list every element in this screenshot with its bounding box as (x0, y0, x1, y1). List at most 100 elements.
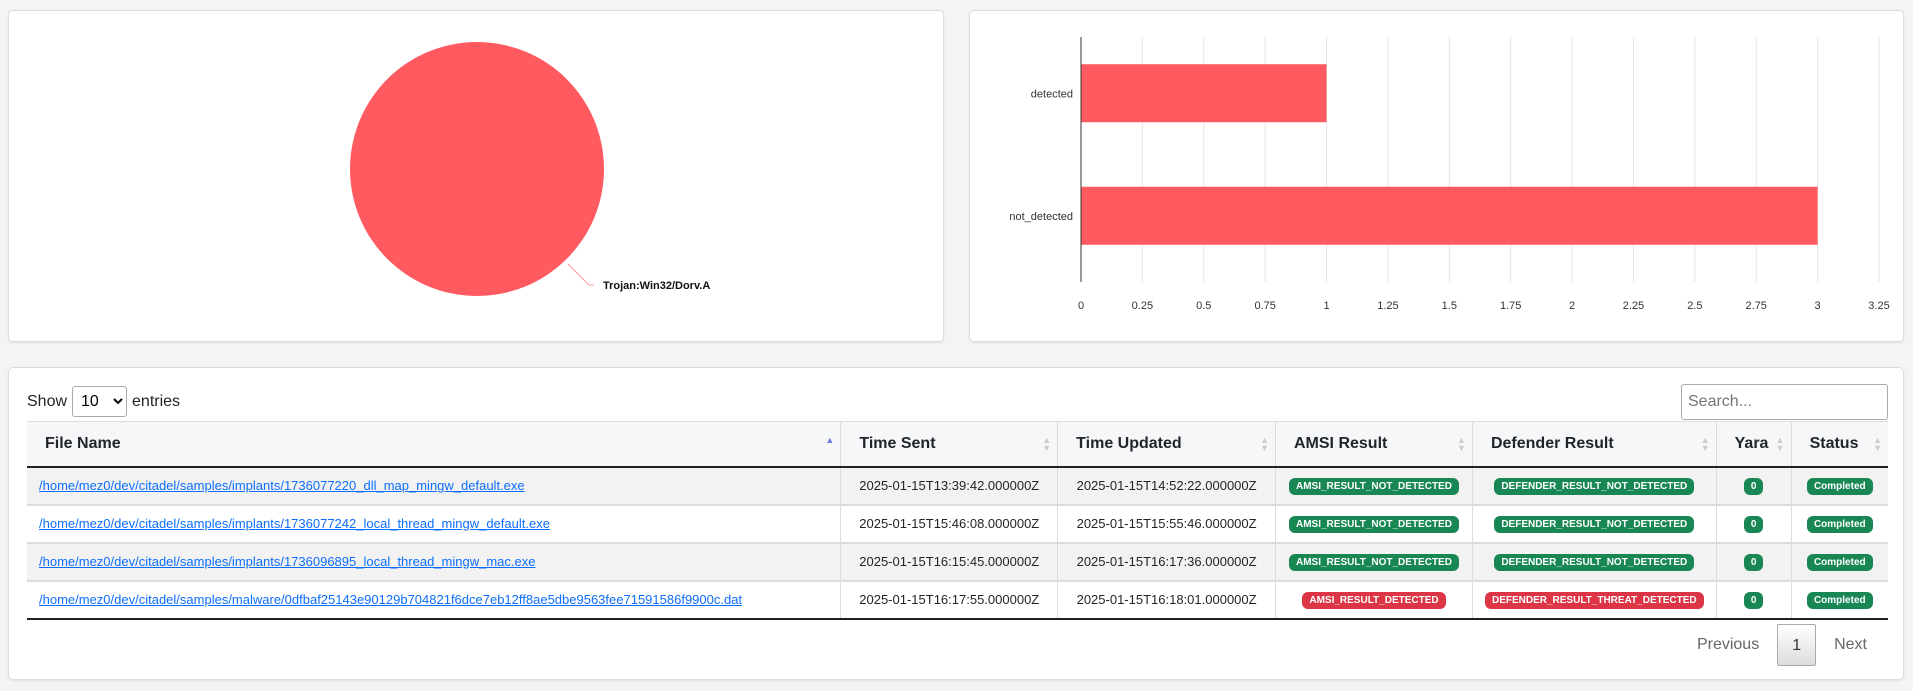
time-updated-cell: 2025-01-15T14:52:22.000000Z (1057, 466, 1276, 506)
x-tick-label: 2 (1569, 300, 1575, 312)
status-badge: Completed (1806, 477, 1873, 495)
status-cell: Completed (1791, 466, 1888, 506)
y-category-label: not_detected (1009, 211, 1073, 223)
file-link[interactable]: /home/mez0/dev/citadel/samples/implants/… (39, 516, 550, 531)
defender-result-badge: DEFENDER_RESULT_NOT_DETECTED (1494, 553, 1695, 571)
column-header-label: Time Updated (1076, 434, 1182, 452)
time-sent-cell: 2025-01-15T15:46:08.000000Z (840, 504, 1059, 544)
x-tick-label: 1.75 (1500, 300, 1521, 312)
entries-select[interactable]: 10 (72, 386, 128, 417)
file-link[interactable]: /home/mez0/dev/citadel/samples/implants/… (39, 478, 525, 493)
column-header-file-name[interactable]: File Name ▲ (27, 421, 842, 468)
amsi-result-badge: AMSI_RESULT_NOT_DETECTED (1289, 553, 1459, 571)
status-cell: Completed (1791, 580, 1888, 620)
amsi-cell: AMSI_RESULT_NOT_DETECTED (1275, 504, 1473, 544)
bar-detected (1081, 64, 1327, 123)
status-cell: Completed (1791, 542, 1888, 582)
sort-icon: ▲ ▼ (1700, 435, 1710, 453)
bar-chart-card: 0 0.25 0.5 0.75 1 1.25 1.5 1.75 2 2.25 2.5 2.75 3 3.2… (969, 10, 1904, 342)
time-sent-cell: 2025-01-15T16:15:45.000000Z (840, 542, 1059, 582)
yara-count-badge: 0 (1743, 553, 1764, 571)
page-1-button[interactable]: 1 (1777, 624, 1817, 666)
next-button[interactable]: Next (1816, 636, 1885, 654)
file-name-cell: /home/mez0/dev/citadel/samples/malware/0… (27, 580, 842, 620)
time-updated-cell: 2025-01-15T16:18:01.000000Z (1057, 580, 1276, 620)
previous-button[interactable]: Previous (1679, 636, 1777, 654)
file-name-cell: /home/mez0/dev/citadel/samples/implants/… (27, 466, 842, 506)
defender-cell: DEFENDER_RESULT_THREAT_DETECTED (1472, 580, 1717, 620)
defender-cell: DEFENDER_RESULT_NOT_DETECTED (1472, 466, 1717, 506)
column-header-label: AMSI Result (1294, 434, 1388, 452)
column-header-amsi-result[interactable]: AMSI Result ▲ ▼ (1275, 421, 1473, 468)
pie-slice (350, 42, 604, 296)
y-category-label: detected (1031, 88, 1073, 100)
pie-label: Trojan:Win32/Dorv.A (603, 280, 710, 292)
search-input[interactable] (1681, 384, 1888, 420)
column-header-label: Status (1809, 434, 1859, 452)
results-table: File Name ▲ Time Sent ▲ ▼ Time Updated ▲ ▼ AMSI … (27, 421, 1888, 620)
time-sent-cell: 2025-01-15T13:39:42.000000Z (840, 466, 1059, 506)
column-header-time-sent[interactable]: Time Sent ▲ ▼ (840, 421, 1059, 468)
defender-cell: DEFENDER_RESULT_NOT_DETECTED (1472, 504, 1717, 544)
status-badge: Completed (1806, 591, 1873, 609)
x-tick-label: 2.25 (1623, 300, 1644, 312)
time-sent-cell: 2025-01-15T16:17:55.000000Z (840, 580, 1059, 620)
sort-icon: ▲ ▼ (1042, 435, 1052, 453)
yara-count-badge: 0 (1743, 591, 1764, 609)
amsi-result-badge: AMSI_RESULT_NOT_DETECTED (1289, 515, 1459, 533)
defender-result-badge: DEFENDER_RESULT_NOT_DETECTED (1494, 515, 1695, 533)
table-row: /home/mez0/dev/citadel/samples/implants/… (27, 542, 1888, 582)
file-name-cell: /home/mez0/dev/citadel/samples/implants/… (27, 542, 842, 582)
sort-icon: ▲ ▼ (1775, 435, 1785, 453)
column-header-defender-result[interactable]: Defender Result ▲ ▼ (1472, 421, 1717, 468)
defender-result-badge: DEFENDER_RESULT_NOT_DETECTED (1494, 477, 1695, 495)
pie-chart-card: Trojan:Win32/Dorv.A (8, 10, 944, 342)
x-tick-label: 0.75 (1254, 300, 1275, 312)
yara-cell: 0 (1716, 542, 1792, 582)
results-table-card: Show 10 entries File Name▲Time Sent▲▼Tim… (8, 367, 1904, 680)
yara-count-badge: 0 (1743, 515, 1764, 533)
x-tick-label: 3 (1815, 300, 1821, 312)
yara-count-badge: 0 (1743, 477, 1764, 495)
status-badge: Completed (1806, 515, 1873, 533)
table-row: /home/mez0/dev/citadel/samples/implants/… (27, 504, 1888, 544)
amsi-cell: AMSI_RESULT_NOT_DETECTED (1275, 542, 1473, 582)
amsi-result-badge: AMSI_RESULT_NOT_DETECTED (1289, 477, 1459, 495)
bar-not_detected (1081, 186, 1818, 245)
yara-cell: 0 (1716, 466, 1792, 506)
sort-icon: ▲ ▼ (1260, 435, 1269, 453)
file-name-cell: /home/mez0/dev/citadel/samples/implants/… (27, 504, 842, 544)
amsi-result-badge: AMSI_RESULT_DETECTED (1302, 591, 1446, 609)
show-label: Show (27, 392, 68, 410)
x-tick-label: 2.5 (1687, 300, 1702, 312)
time-updated-cell: 2025-01-15T16:17:36.000000Z (1057, 542, 1276, 582)
column-header-yara[interactable]: Yara ▲ ▼ (1716, 421, 1792, 468)
column-header-status[interactable]: Status ▲ ▼ (1791, 421, 1888, 468)
x-tick-label: 0.5 (1196, 300, 1211, 312)
sort-icon: ▲ (825, 435, 835, 445)
column-header-time-updated[interactable]: Time Updated ▲ ▼ (1057, 421, 1276, 468)
bar-chart: 0 0.25 0.5 0.75 1 1.25 1.5 1.75 2 2.25 2.5 2.75 3 3.2… (1009, 37, 1890, 312)
status-badge: Completed (1806, 553, 1873, 571)
x-tick-label: 1.25 (1377, 300, 1398, 312)
entries-label: entries (132, 392, 181, 410)
column-header-label: Defender Result (1490, 434, 1614, 452)
column-header-label: Time Sent (859, 434, 936, 452)
defender-result-badge: DEFENDER_RESULT_THREAT_DETECTED (1484, 591, 1704, 609)
amsi-cell: AMSI_RESULT_DETECTED (1275, 580, 1473, 620)
yara-cell: 0 (1716, 580, 1792, 620)
sort-icon: ▲ ▼ (1873, 435, 1882, 453)
yara-cell: 0 (1716, 504, 1792, 544)
entries-length-control: Show 10 entries (27, 386, 180, 417)
defender-cell: DEFENDER_RESULT_NOT_DETECTED (1472, 542, 1717, 582)
table-row: /home/mez0/dev/citadel/samples/implants/… (27, 466, 1888, 506)
file-link[interactable]: /home/mez0/dev/citadel/samples/malware/0… (39, 592, 742, 607)
column-header-label: Yara (1734, 434, 1769, 452)
x-tick-label: 1 (1323, 300, 1329, 312)
table-row: /home/mez0/dev/citadel/samples/malware/0… (27, 580, 1888, 620)
time-updated-cell: 2025-01-15T15:55:46.000000Z (1057, 504, 1276, 544)
pagination: Previous 1 Next (1679, 624, 1885, 666)
file-link[interactable]: /home/mez0/dev/citadel/samples/implants/… (39, 554, 535, 569)
x-tick-label: 2.75 (1746, 300, 1767, 312)
column-header-label: File Name (45, 434, 121, 452)
